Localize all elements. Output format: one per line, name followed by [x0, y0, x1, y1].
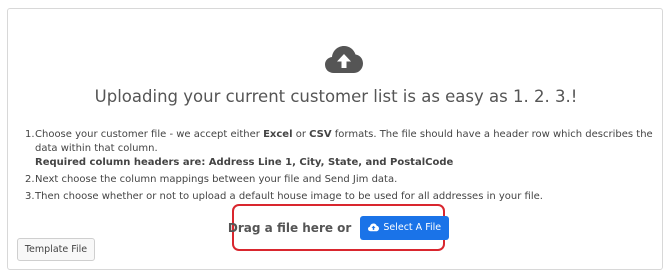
- format-csv: CSV: [309, 129, 332, 140]
- template-file-button[interactable]: Template File: [17, 238, 95, 261]
- select-file-label: Select A File: [383, 222, 442, 233]
- step-text: Then choose whether or not to upload a d…: [35, 191, 543, 202]
- file-dropzone[interactable]: Drag a file here or Select A File: [228, 204, 450, 251]
- cloud-upload-icon: [325, 46, 363, 73]
- step-text: Choose your customer file - we accept ei…: [35, 129, 653, 168]
- step-number: 1.: [25, 129, 35, 140]
- step-number: 3.: [25, 191, 35, 202]
- format-excel: Excel: [263, 129, 293, 140]
- select-file-button[interactable]: Select A File: [360, 215, 450, 240]
- cloud-upload-small-icon: [368, 223, 380, 232]
- dropzone-label: Drag a file here or: [227, 220, 352, 235]
- instruction-list: 1. Choose your customer file - we accept…: [25, 128, 653, 207]
- required-headers-note: Required column headers are: Address Lin…: [35, 157, 454, 168]
- instruction-step-1: 1. Choose your customer file - we accept…: [25, 128, 653, 170]
- step-text: Next choose the column mappings between …: [35, 174, 398, 185]
- instruction-step-3: 3. Then choose whether or not to upload …: [25, 190, 653, 204]
- instruction-step-2: 2. Next choose the column mappings betwe…: [25, 173, 653, 187]
- upload-headline: Uploading your current customer list is …: [94, 87, 578, 106]
- step-number: 2.: [25, 174, 35, 185]
